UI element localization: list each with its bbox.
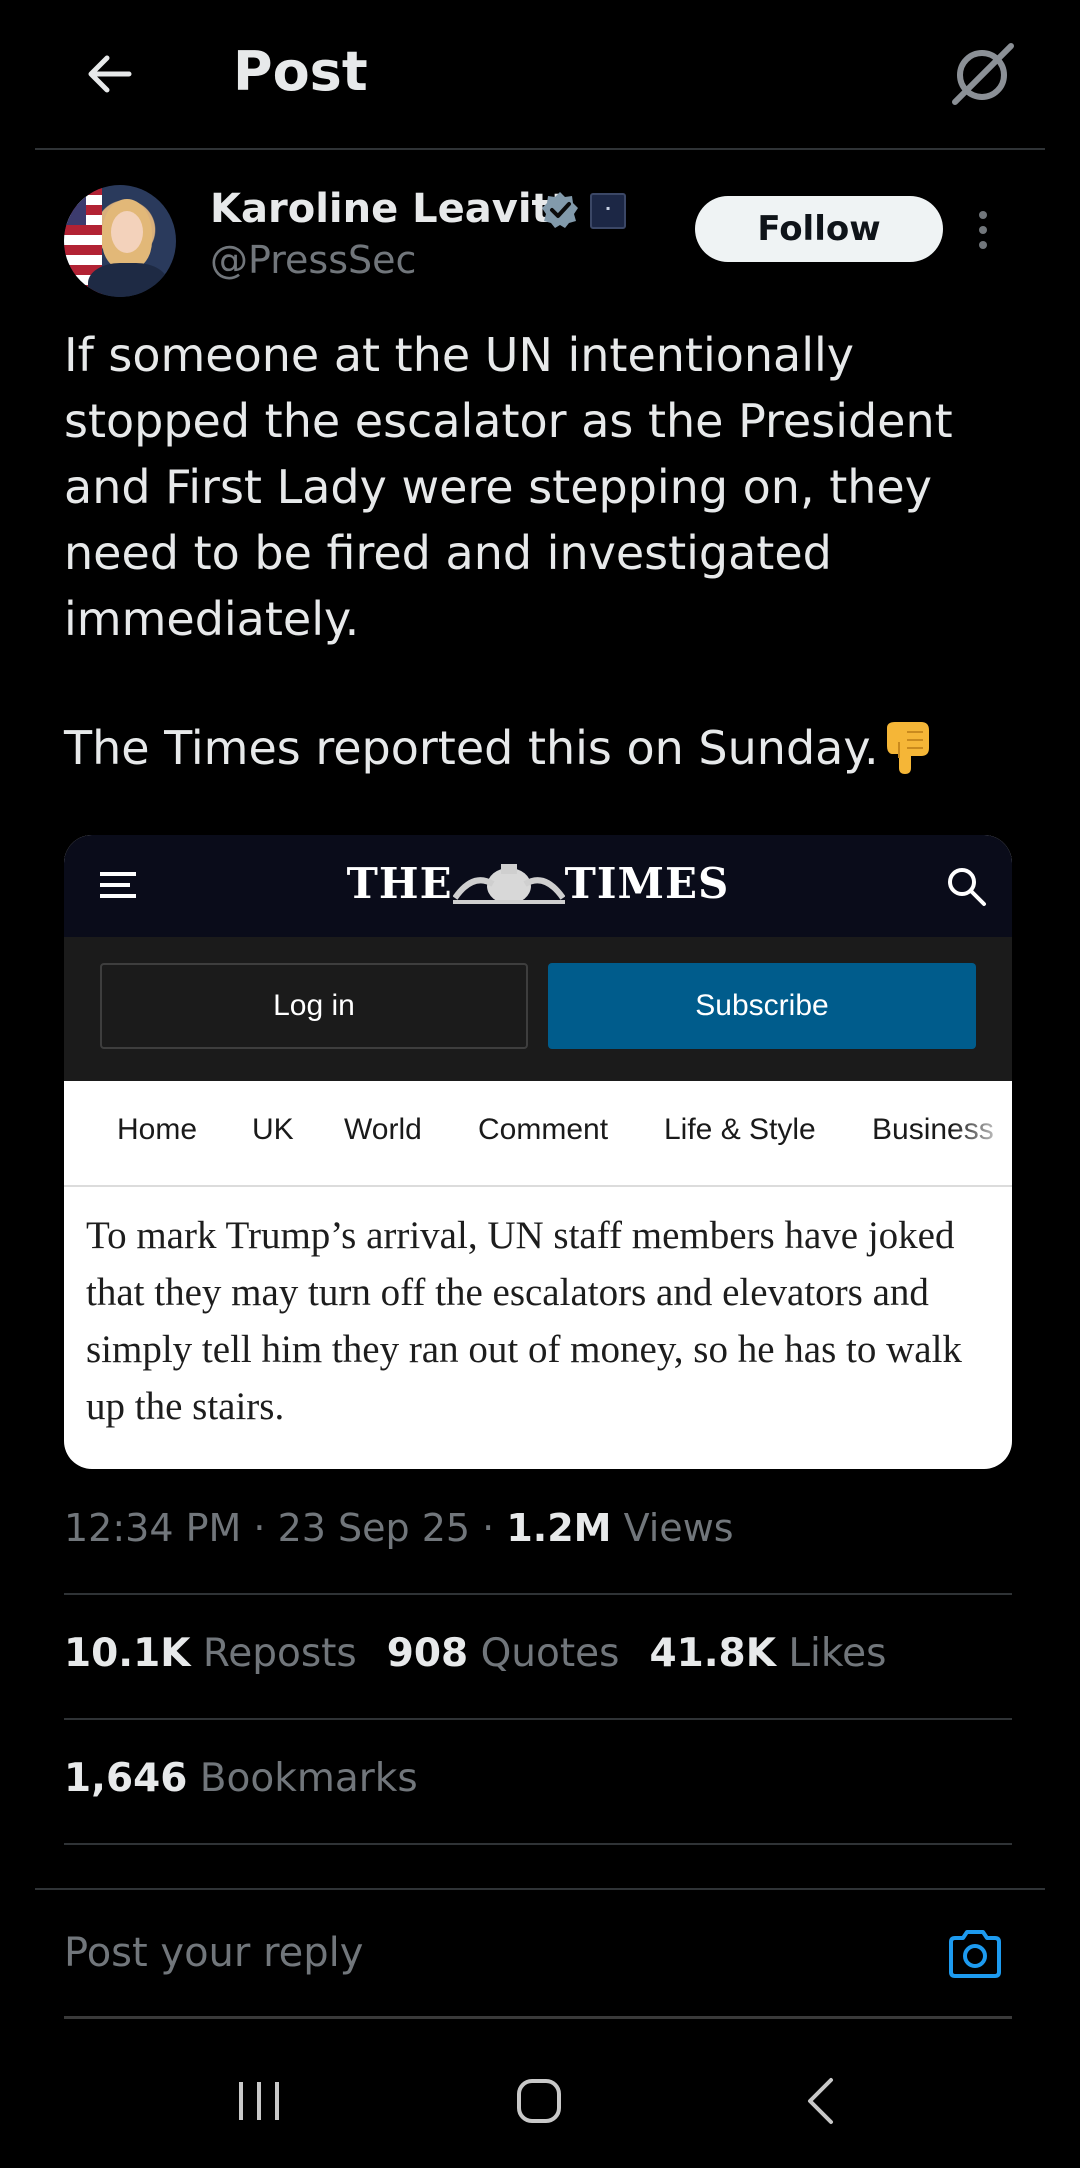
recents-icon[interactable] — [235, 2080, 283, 2122]
tweet-text: If someone at the UN intentionally stopp… — [64, 328, 968, 646]
arrow-left-icon[interactable] — [83, 48, 135, 100]
nav-item-home: Home — [117, 1113, 198, 1146]
post-date: 23 Sep 25 — [277, 1506, 471, 1550]
divider — [64, 1843, 1012, 1845]
times-auth-bar: Log in Subscribe — [64, 937, 1012, 1081]
article-excerpt: To mark Trump’s arrival, UN staff member… — [86, 1214, 962, 1428]
times-nav: Home UK World Comment Life & Style Busin… — [64, 1081, 1012, 1187]
engagement-stats: 10.1K Reposts 908 Quotes 41.8K Likes — [64, 1631, 886, 1676]
grok-icon[interactable] — [947, 38, 1017, 108]
tweet-text-second-paragraph: The Times reported this on Sunday. — [64, 721, 879, 775]
divider — [64, 1718, 1012, 1720]
times-logo: THE TIMES — [346, 859, 730, 908]
pointing-down-emoji-icon — [886, 722, 929, 774]
login-button: Log in — [100, 963, 528, 1049]
embedded-image-card[interactable]: THE TIMES Log in Subscribe Home UK World… — [64, 835, 1012, 1469]
nav-item-comment: Comment — [478, 1113, 609, 1146]
camera-icon[interactable] — [947, 1928, 1003, 1980]
top-bar: Post — [35, 0, 1045, 150]
verified-icon[interactable] — [540, 190, 580, 230]
back-icon[interactable] — [805, 2076, 835, 2126]
reply-composer[interactable]: Post your reply — [35, 1888, 1045, 2019]
divider — [64, 1593, 1012, 1595]
post-screen: Post Karoline Leavitt ▪ @PressSec Follow… — [35, 0, 1045, 2168]
more-vertical-icon[interactable] — [977, 210, 989, 250]
bookmarks-stat: 1,646 Bookmarks — [64, 1756, 418, 1801]
nav-item-uk: UK — [252, 1113, 294, 1146]
likes-stat[interactable]: 41.8K Likes — [649, 1631, 886, 1676]
times-crest-icon — [452, 864, 565, 904]
views-count: 1.2M — [506, 1506, 612, 1550]
tweet-text-line2: The Times reported this on Sunday. — [64, 715, 1014, 781]
post-time: 12:34 PM — [64, 1506, 242, 1550]
post-meta: 12:34 PM · 23 Sep 25 · 1.2M Views — [64, 1506, 734, 1550]
system-navigation-bar — [35, 2020, 1045, 2168]
avatar[interactable] — [64, 185, 176, 297]
author-name[interactable]: Karoline Leavitt — [210, 186, 570, 232]
affiliation-badge-icon[interactable]: ▪ — [590, 193, 626, 229]
times-header: THE TIMES — [64, 835, 1012, 937]
subscribe-button: Subscribe — [548, 963, 976, 1049]
page-title: Post — [233, 40, 368, 103]
reposts-stat[interactable]: 10.1K Reposts — [64, 1631, 357, 1676]
home-icon[interactable] — [516, 2078, 562, 2124]
views-label: Views — [623, 1506, 734, 1550]
quotes-stat[interactable]: 908 Quotes — [387, 1631, 620, 1676]
search-icon — [948, 868, 986, 906]
author-handle[interactable]: @PressSec — [210, 238, 416, 282]
follow-button[interactable]: Follow — [695, 196, 943, 262]
nav-item-life-style: Life & Style — [664, 1113, 816, 1146]
reply-input[interactable]: Post your reply — [64, 1930, 363, 1976]
nav-item-world: World — [344, 1113, 422, 1146]
